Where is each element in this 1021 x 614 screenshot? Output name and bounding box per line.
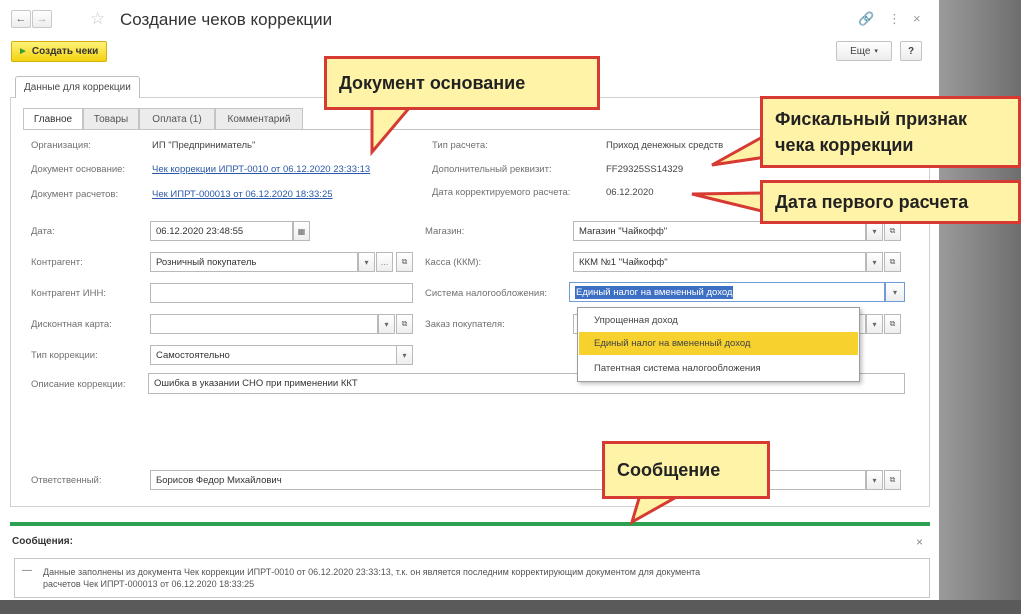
message-pointer <box>629 493 686 526</box>
callout-fiscal-line2: чека коррекции <box>775 135 914 155</box>
callout-message-text: Сообщение <box>617 459 721 480</box>
callout-fiscal-line1: Фискальный признак <box>775 109 968 129</box>
callout-first-calc-date-text: Дата первого расчета <box>775 191 969 212</box>
callout-first-calc-date: Дата первого расчета <box>760 180 1021 224</box>
callout-basis-doc: Документ основание <box>324 56 600 110</box>
callout-fiscal: Фискальный признак чека коррекции <box>760 96 1021 168</box>
callout-basis-doc-text: Документ основание <box>339 72 526 93</box>
callout-message: Сообщение <box>602 441 770 499</box>
first-calc-pointer <box>691 191 768 214</box>
basis-doc-pointer <box>370 105 414 157</box>
fiscal-pointer <box>711 132 768 167</box>
